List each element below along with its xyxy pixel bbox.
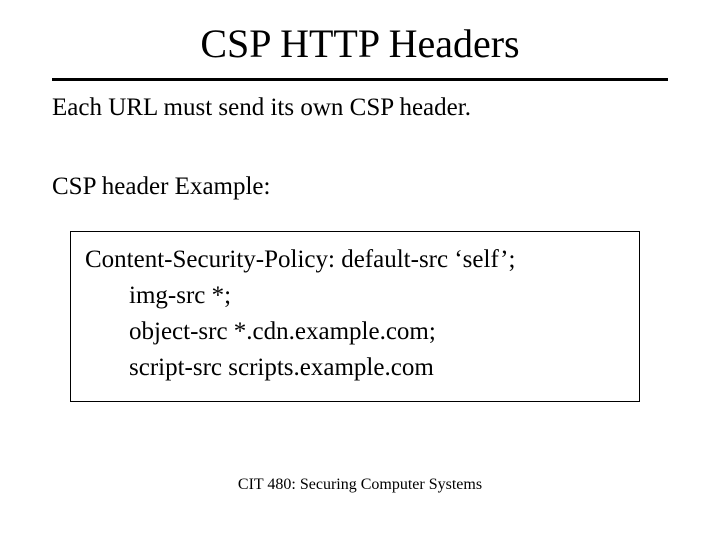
example-line-4: script-src scripts.example.com — [85, 350, 625, 386]
title-underline — [52, 78, 668, 81]
csp-example-box: Content-Security-Policy: default-src ‘se… — [70, 231, 640, 402]
slide-title: CSP HTTP Headers — [0, 20, 720, 67]
slide-body: Each URL must send its own CSP header. C… — [52, 92, 668, 402]
example-line-2: img-src *; — [85, 278, 625, 314]
slide: CSP HTTP Headers Each URL must send its … — [0, 0, 720, 540]
example-line-3: object-src *.cdn.example.com; — [85, 314, 625, 350]
example-line-1: Content-Security-Policy: default-src ‘se… — [85, 242, 625, 278]
slide-footer: CIT 480: Securing Computer Systems — [0, 476, 720, 494]
body-line-1: Each URL must send its own CSP header. — [52, 92, 668, 123]
body-line-2: CSP header Example: — [52, 171, 668, 202]
